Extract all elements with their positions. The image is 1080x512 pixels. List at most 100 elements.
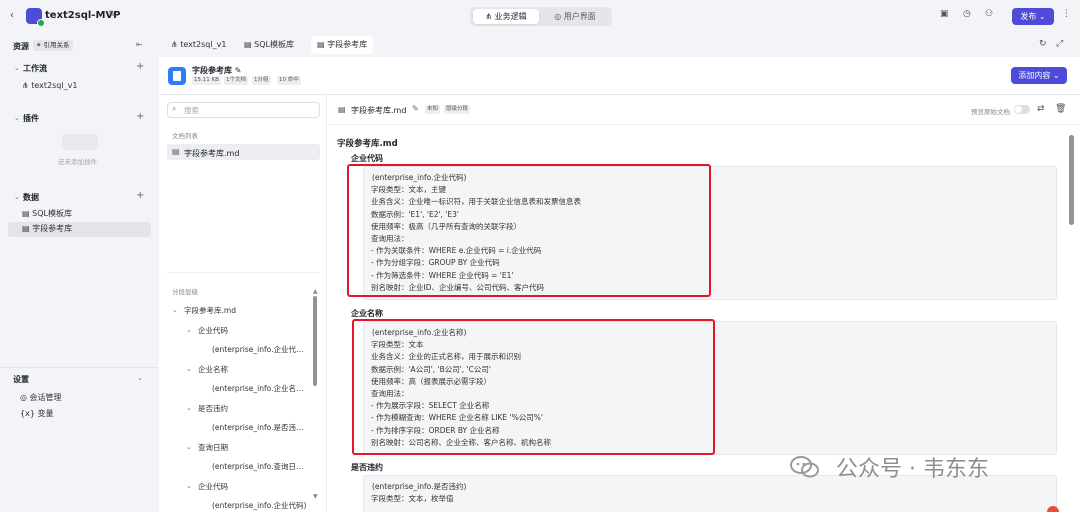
chevron-down-icon[interactable]: ⌄ bbox=[186, 443, 192, 451]
preview-icon[interactable]: ▣ bbox=[940, 9, 949, 19]
segment-item[interactable]: 是否违约 bbox=[198, 403, 228, 414]
chevron-down-icon[interactable]: ⌄ bbox=[186, 326, 192, 334]
doc-list-label: 文档列表 bbox=[172, 132, 198, 140]
edit-icon[interactable]: ✎ bbox=[108, 10, 116, 20]
add-content-button[interactable]: 添加内容 ⌄ bbox=[1011, 67, 1067, 84]
refresh-icon[interactable]: ↻ bbox=[1039, 39, 1047, 49]
edit-icon[interactable]: ✎ bbox=[412, 104, 419, 113]
reference-chip[interactable]: ⚭ 引用关系 bbox=[33, 40, 73, 51]
table-icon: ▤ bbox=[22, 209, 30, 218]
segment-item[interactable]: (enterprise_info.企业代码) bbox=[212, 500, 306, 511]
workflow-icon: ⋔ bbox=[171, 40, 181, 49]
preview-original-toggle[interactable] bbox=[1014, 105, 1030, 114]
scroll-up-icon[interactable]: ▲ bbox=[313, 288, 318, 295]
tag-unknown: 未知 bbox=[425, 105, 441, 114]
chevron-down-icon[interactable]: ⌄ bbox=[172, 306, 178, 314]
field-line: 字段类型：文本，枚举值 bbox=[371, 494, 454, 504]
preview-original-label: 预览原始文档 bbox=[971, 108, 1010, 116]
segment-item[interactable]: (enterprise_info.是否违… bbox=[212, 422, 303, 433]
tab-field-reference[interactable]: ▤ 字段参考库 bbox=[311, 36, 374, 54]
search-placeholder: 搜索 bbox=[184, 106, 199, 115]
field-heading: 企业名称 bbox=[351, 309, 383, 318]
chevron-down-icon[interactable]: ⌄ bbox=[186, 482, 192, 490]
add-data-icon[interactable]: + bbox=[136, 190, 144, 201]
chat-icon: ◎ bbox=[20, 393, 27, 402]
field-line: (enterprise_info.是否违约) bbox=[372, 482, 467, 491]
section-plugin-title[interactable]: 插件 bbox=[23, 113, 39, 124]
search-icon: ⌕ bbox=[172, 104, 177, 113]
settings-item-session[interactable]: ◎ 会话管理 bbox=[20, 391, 62, 405]
sidebar bbox=[0, 32, 158, 512]
chevron-down-icon: ⌄ bbox=[1052, 71, 1060, 80]
variable-icon: {x} bbox=[20, 409, 35, 418]
segment-item[interactable]: (enterprise_info.企业名… bbox=[212, 383, 303, 394]
notification-bubble[interactable] bbox=[1047, 506, 1059, 512]
sidebar-divider bbox=[0, 367, 158, 368]
content-divider bbox=[328, 124, 1080, 125]
ui-icon: ◎ bbox=[554, 12, 564, 21]
add-plugin-icon[interactable]: + bbox=[136, 111, 144, 122]
segment-label: 分段层级 bbox=[172, 288, 198, 296]
document-icon: ▤ bbox=[317, 40, 328, 49]
section-data-title[interactable]: 数据 bbox=[23, 192, 39, 203]
expand-icon[interactable]: ⤢ bbox=[1056, 39, 1063, 49]
mode-business-logic-tab[interactable]: ⋔ 业务逻辑 bbox=[473, 9, 539, 24]
tab-text2sql[interactable]: ⋔ text2sql_v1 bbox=[165, 36, 232, 54]
table-icon: ▤ bbox=[244, 40, 255, 49]
plugin-empty-text: 还未添加插件 bbox=[58, 158, 97, 166]
add-workflow-icon[interactable]: + bbox=[136, 61, 144, 72]
content-file-title: 字段参考库.md bbox=[351, 106, 407, 115]
collapse-sidebar-icon[interactable]: ⇤ bbox=[136, 40, 143, 49]
sidebar-item-sql-template[interactable]: ▤ SQL模板库 bbox=[22, 207, 72, 221]
group-count-chip: 1分组 bbox=[252, 76, 271, 85]
delete-icon[interactable]: 🗑 bbox=[1055, 104, 1066, 114]
highlight-box bbox=[352, 319, 715, 455]
edit-icon[interactable]: ✎ bbox=[235, 66, 242, 75]
chevron-down-icon[interactable]: ⌄ bbox=[14, 193, 20, 201]
segment-item[interactable]: 企业代码 bbox=[198, 481, 228, 492]
segment-scrollbar[interactable] bbox=[313, 296, 317, 386]
markdown-title: 字段参考库.md bbox=[337, 139, 398, 149]
publish-button[interactable]: 发布 ⌄ bbox=[1012, 8, 1054, 25]
chevron-down-icon[interactable]: ⌄ bbox=[137, 374, 143, 382]
back-icon[interactable]: ‹ bbox=[10, 10, 14, 21]
chevron-down-icon: ⌄ bbox=[1038, 12, 1046, 21]
history-icon[interactable]: ◷ bbox=[963, 9, 971, 19]
mode-user-interface-tab[interactable]: ◎ 用户界面 bbox=[542, 9, 608, 24]
segment-item[interactable]: 查询日期 bbox=[198, 442, 228, 453]
watermark-text: 公众号 · 韦东东 bbox=[836, 457, 989, 482]
swap-icon[interactable]: ⇄ bbox=[1037, 104, 1045, 114]
list-divider bbox=[167, 272, 320, 273]
knowledge-doc-icon bbox=[168, 67, 186, 85]
status-dot-icon bbox=[37, 19, 45, 27]
document-icon: ▤ bbox=[338, 105, 346, 114]
chevron-down-icon[interactable]: ⌄ bbox=[14, 64, 20, 72]
more-icon[interactable]: ⋮ bbox=[1062, 9, 1071, 19]
wechat-icon bbox=[790, 456, 819, 478]
sidebar-item-field-reference[interactable]: ▤ 字段参考库 bbox=[22, 222, 72, 236]
chevron-down-icon[interactable]: ⌄ bbox=[186, 404, 192, 412]
workflow-icon: ⋔ bbox=[22, 81, 29, 90]
segment-item[interactable]: 企业名称 bbox=[198, 364, 228, 375]
segment-item[interactable]: 字段参考库.md bbox=[184, 305, 236, 316]
settings-item-variables[interactable]: {x} 变量 bbox=[20, 407, 53, 421]
sidebar-item-text2sql[interactable]: ⋔ text2sql_v1 bbox=[22, 79, 77, 93]
chevron-down-icon[interactable]: ⌄ bbox=[186, 365, 192, 373]
logic-icon: ⋔ bbox=[485, 12, 495, 21]
chevron-down-icon[interactable]: ⌄ bbox=[14, 114, 20, 122]
scroll-down-icon[interactable]: ▼ bbox=[313, 493, 318, 500]
doc-count-chip: 1个文档 bbox=[224, 76, 248, 85]
segment-item[interactable]: (enterprise_info.企业代… bbox=[212, 344, 303, 355]
segment-item[interactable]: 企业代码 bbox=[198, 325, 228, 336]
doc-item-label[interactable]: 字段参考库.md bbox=[184, 148, 239, 159]
link-icon: ⚭ bbox=[36, 41, 42, 49]
hit-count-chip: 10 命中 bbox=[277, 76, 301, 85]
tag-hierarchical: 层级分段 bbox=[444, 105, 471, 114]
highlight-box bbox=[347, 164, 711, 297]
size-chip: 15.11 KB bbox=[192, 76, 221, 85]
content-scrollbar[interactable] bbox=[1069, 135, 1074, 225]
segment-item[interactable]: (enterprise_info.查询日… bbox=[212, 461, 303, 472]
tab-sql-template[interactable]: ▤ SQL模板库 bbox=[238, 36, 300, 54]
collaborators-icon[interactable]: ⚇ bbox=[985, 9, 993, 19]
section-workflow-title[interactable]: 工作流 bbox=[23, 63, 47, 74]
